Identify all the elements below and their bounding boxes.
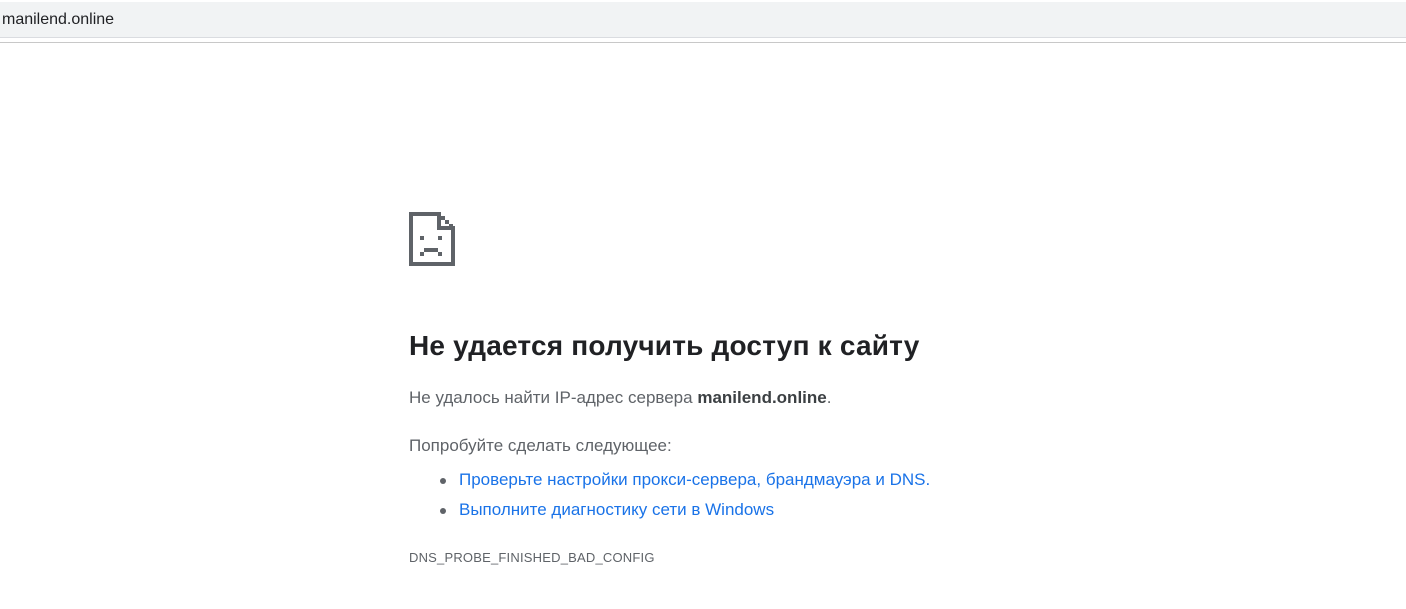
error-title: Не удается получить доступ к сайту [409, 330, 920, 361]
error-subtitle-prefix: Не удалось найти IP-адрес сервера [409, 388, 698, 407]
list-item: Выполните диагностику сети в Windows [409, 495, 1109, 525]
sad-page-icon [409, 212, 455, 266]
run-network-diagnostics-link[interactable]: Выполните диагностику сети в Windows [459, 500, 774, 519]
error-page: Не удается получить доступ к сайту Не уд… [409, 212, 1109, 565]
bullet-icon [440, 508, 446, 514]
suggestions-heading: Попробуйте сделать следующее: [409, 436, 672, 455]
suggestions-list: Проверьте настройки прокси-сервера, бран… [409, 465, 1109, 525]
address-bar[interactable]: manilend.online [0, 2, 1406, 38]
bullet-icon [440, 478, 446, 484]
toolbar-divider [0, 42, 1406, 43]
error-subtitle: Не удалось найти IP-адрес сервера manile… [409, 386, 1109, 410]
check-proxy-settings-link[interactable]: Проверьте настройки прокси-сервера, бран… [459, 470, 930, 489]
error-subtitle-suffix: . [826, 388, 832, 407]
address-bar-url[interactable]: manilend.online [2, 11, 114, 29]
error-code: DNS_PROBE_FINISHED_BAD_CONFIG [409, 550, 655, 565]
list-item: Проверьте настройки прокси-сервера, бран… [409, 465, 1109, 495]
error-host: manilend.online [697, 388, 827, 407]
